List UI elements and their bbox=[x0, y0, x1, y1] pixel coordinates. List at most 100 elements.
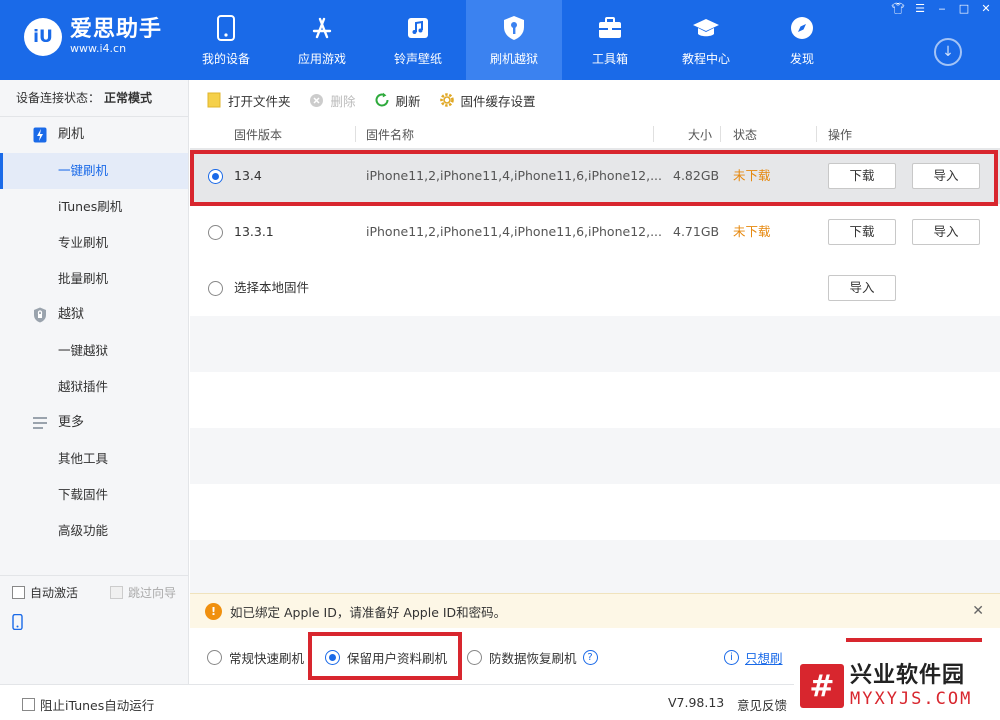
only-flash-link[interactable]: i 只想刷 bbox=[724, 648, 783, 667]
warning-icon: ! bbox=[205, 602, 222, 620]
empty-row bbox=[190, 540, 1000, 593]
firmware-toolbar: 打开文件夹 删除 刷新 固件缓存设置 bbox=[190, 80, 1000, 120]
watermark-cn: 兴业软件园 bbox=[850, 663, 966, 688]
sidebar-item-pro-flash[interactable]: 专业刷机 bbox=[0, 225, 188, 261]
sidebar-item-jailbreak-plugins[interactable]: 越狱插件 bbox=[0, 369, 188, 405]
shirt-icon[interactable]: 👕︎ bbox=[890, 2, 906, 16]
mode-quick[interactable]: 常规快速刷机 bbox=[207, 648, 304, 667]
nav-toolbox[interactable]: 工具箱 bbox=[562, 0, 658, 80]
toolbox-icon bbox=[596, 14, 624, 42]
device-phone-icon[interactable] bbox=[12, 613, 23, 634]
graduation-cap-icon bbox=[692, 14, 720, 42]
import-button[interactable]: 导入 bbox=[912, 219, 980, 245]
refresh-icon bbox=[374, 92, 390, 108]
phone-icon bbox=[212, 14, 240, 42]
flash-icon bbox=[32, 127, 48, 143]
notice-text: 如已绑定 Apple ID，请准备好 Apple ID和密码。 bbox=[230, 604, 507, 620]
sidebar-item-batch-flash[interactable]: 批量刷机 bbox=[0, 261, 188, 297]
close-icon[interactable]: ✕ bbox=[978, 2, 994, 16]
app-name: 爱思助手 bbox=[70, 17, 163, 42]
firmware-row[interactable]: 13.3.1 iPhone11,2,iPhone11,4,iPhone11,6,… bbox=[190, 204, 1000, 260]
import-button[interactable]: 导入 bbox=[912, 163, 980, 189]
block-itunes-option[interactable]: 阻止iTunes自动运行 bbox=[22, 695, 154, 714]
cache-settings-button[interactable]: 固件缓存设置 bbox=[439, 91, 536, 110]
sidebar-group-more[interactable]: 更多 bbox=[0, 405, 188, 441]
watermark-en: MYXYJS.COM bbox=[850, 689, 973, 709]
col-version: 固件版本 bbox=[234, 127, 283, 142]
firmware-name: iPhone11,2,iPhone11,4,iPhone11,6,iPhone1… bbox=[366, 168, 662, 183]
sidebar-group-jailbreak[interactable]: 越狱 bbox=[0, 297, 188, 333]
watermark-logo: # bbox=[800, 664, 844, 708]
mode-keep-data-radio[interactable] bbox=[325, 650, 340, 665]
col-size: 大小 bbox=[688, 127, 713, 142]
help-icon[interactable]: ? bbox=[582, 650, 598, 665]
app-url: www.i4.cn bbox=[70, 42, 127, 55]
sidebar-group-flash[interactable]: 刷机 bbox=[0, 117, 188, 153]
compass-icon bbox=[788, 14, 816, 42]
sidebar-item-itunes-flash[interactable]: iTunes刷机 bbox=[0, 189, 188, 225]
skip-guide-label: 跳过向导 bbox=[128, 586, 177, 600]
watermark: # 兴业软件园 MYXYJS.COM bbox=[794, 652, 1000, 720]
feedback-link[interactable]: 意见反馈 bbox=[737, 695, 787, 714]
app-version: V7.98.13 bbox=[668, 695, 725, 710]
col-name: 固件名称 bbox=[366, 127, 415, 142]
mode-anti-recovery-radio[interactable] bbox=[467, 650, 482, 665]
sidebar-item-download-firmware[interactable]: 下载固件 bbox=[0, 477, 188, 513]
connection-status: 设备连接状态： 正常模式 bbox=[0, 80, 188, 117]
nav-ringtones[interactable]: 铃声壁纸 bbox=[370, 0, 466, 80]
nav-my-device[interactable]: 我的设备 bbox=[178, 0, 274, 80]
download-button[interactable]: 下载 bbox=[828, 163, 896, 189]
mode-keep-data[interactable]: 保留用户资料刷机 bbox=[325, 648, 447, 667]
download-button[interactable]: 下载 bbox=[828, 219, 896, 245]
download-manager-icon[interactable]: ↓ bbox=[934, 38, 962, 66]
firmware-row[interactable]: 13.4 iPhone11,2,iPhone11,4,iPhone11,6,iP… bbox=[190, 148, 1000, 204]
open-folder-button[interactable]: 打开文件夹 bbox=[206, 91, 291, 110]
flash-now-button[interactable] bbox=[846, 638, 982, 642]
delete-button[interactable]: 删除 bbox=[309, 91, 356, 110]
firmware-radio[interactable] bbox=[208, 225, 223, 240]
firmware-status: 未下载 bbox=[733, 224, 771, 239]
col-action: 操作 bbox=[828, 127, 853, 142]
connection-mode: 正常模式 bbox=[104, 91, 153, 105]
block-itunes-checkbox[interactable] bbox=[22, 698, 35, 711]
delete-icon bbox=[309, 92, 325, 108]
local-firmware-row[interactable]: 选择本地固件 导入 bbox=[190, 260, 1000, 316]
list-icon bbox=[32, 415, 48, 431]
firmware-table-header: 固件版本 固件名称 大小 状态 操作 bbox=[190, 120, 1000, 148]
maximize-icon[interactable]: □ bbox=[956, 2, 972, 16]
refresh-button[interactable]: 刷新 bbox=[374, 91, 421, 110]
window-controls: 👕︎ ☰ ‒ □ ✕ bbox=[890, 2, 994, 16]
col-status: 状态 bbox=[733, 127, 758, 142]
logo-badge: iU bbox=[24, 18, 62, 56]
minimize-icon[interactable]: ‒ bbox=[934, 2, 950, 16]
skip-guide-checkbox[interactable] bbox=[110, 586, 124, 599]
firmware-name: iPhone11,2,iPhone11,4,iPhone11,6,iPhone1… bbox=[366, 224, 662, 239]
mode-anti-recovery[interactable]: 防数据恢复刷机 ? bbox=[467, 648, 598, 667]
sidebar-item-one-click-flash[interactable]: 一键刷机 bbox=[0, 153, 188, 189]
sidebar-item-advanced[interactable]: 高级功能 bbox=[0, 513, 188, 549]
sidebar-item-other-tools[interactable]: 其他工具 bbox=[0, 441, 188, 477]
close-icon[interactable]: ✕ bbox=[972, 603, 984, 619]
folder-icon bbox=[206, 92, 222, 108]
sidebar-item-one-click-jailbreak[interactable]: 一键越狱 bbox=[0, 333, 188, 369]
local-firmware-label: 选择本地固件 bbox=[234, 280, 310, 295]
shield-key-icon bbox=[500, 14, 528, 42]
nav-apps-games[interactable]: 应用游戏 bbox=[274, 0, 370, 80]
firmware-radio[interactable] bbox=[208, 169, 223, 184]
shield-lock-icon bbox=[32, 307, 48, 323]
auto-activate-checkbox[interactable] bbox=[12, 586, 25, 599]
empty-row bbox=[190, 316, 1000, 372]
nav-flash-jailbreak[interactable]: 刷机越狱 bbox=[466, 0, 562, 80]
menu-icon[interactable]: ☰ bbox=[912, 2, 928, 16]
import-local-button[interactable]: 导入 bbox=[828, 275, 896, 301]
local-firmware-radio[interactable] bbox=[208, 281, 223, 296]
gear-icon bbox=[439, 92, 455, 108]
nav-discover[interactable]: 发现 bbox=[754, 0, 850, 80]
sidebar: 设备连接状态： 正常模式 刷机 一键刷机 iTunes刷机 专业刷机 批量刷机 越… bbox=[0, 80, 189, 684]
nav-tutorials[interactable]: 教程中心 bbox=[658, 0, 754, 80]
firmware-size: 4.71GB bbox=[673, 224, 720, 239]
empty-row bbox=[190, 428, 1000, 484]
info-icon: i bbox=[724, 650, 739, 665]
mode-quick-radio[interactable] bbox=[207, 650, 222, 665]
firmware-size: 4.82GB bbox=[673, 168, 720, 183]
